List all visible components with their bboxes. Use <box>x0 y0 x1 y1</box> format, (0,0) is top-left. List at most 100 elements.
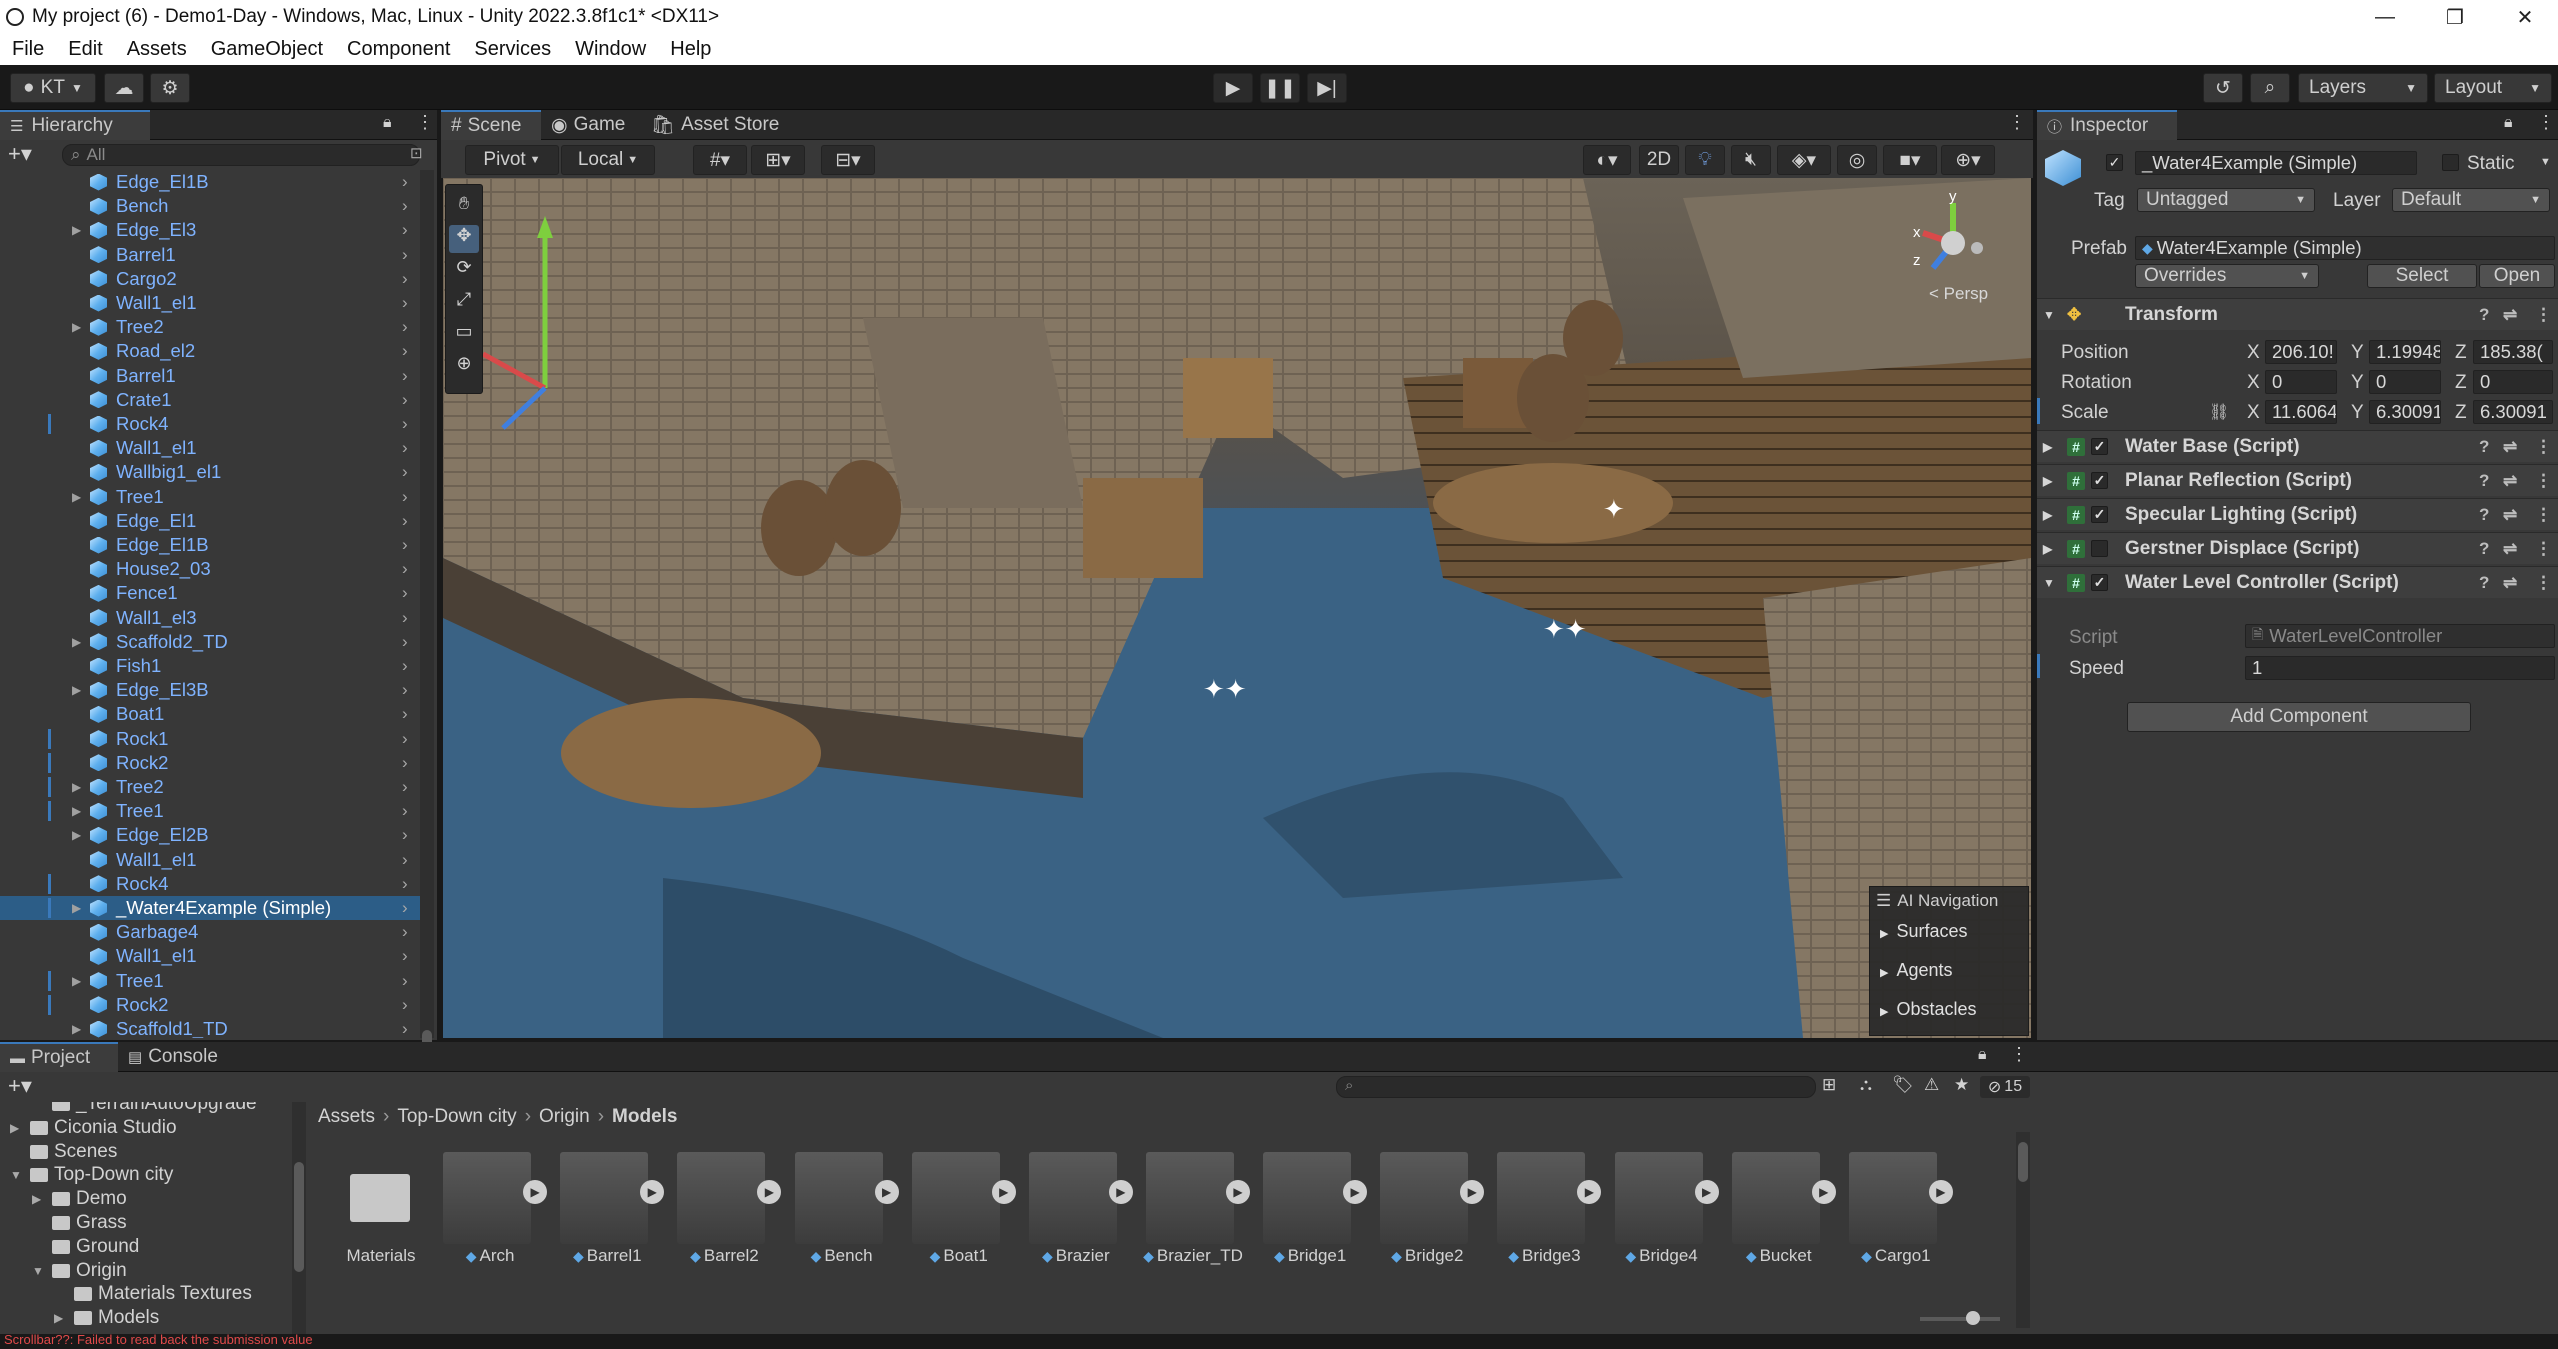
folder-tree-item[interactable]: _TerrainAutoUpgrade <box>52 1102 257 1116</box>
local-dropdown[interactable]: Local ▼ <box>561 145 655 175</box>
tab-console[interactable]: ▤ Console <box>118 1042 238 1072</box>
folder-tree-item[interactable]: ▶ Ciconia Studio <box>10 1116 177 1140</box>
hierarchy-item[interactable]: Wall1_el3 › <box>0 606 420 630</box>
hierarchy-item[interactable]: Rock1 › <box>0 727 420 751</box>
hierarchy-item[interactable]: Wall1_el1 › <box>0 291 420 315</box>
preset-icon[interactable]: ⇌ <box>2503 539 2517 559</box>
help-icon[interactable]: ? <box>2479 305 2489 325</box>
chevron-right-icon[interactable]: › <box>402 487 408 507</box>
more-icon[interactable]: ⋮ <box>416 112 434 133</box>
asset-item[interactable]: ▶ ◆ Barrel1 <box>552 1152 665 1267</box>
hierarchy-item[interactable]: ▶ Edge_El2B › <box>0 823 420 847</box>
chevron-right-icon[interactable]: › <box>402 632 408 652</box>
icon-size-slider[interactable] <box>1920 1311 2000 1325</box>
tab-hierarchy[interactable]: ☰ Hierarchy <box>0 110 150 140</box>
minimize-button[interactable]: — <box>2350 0 2420 34</box>
tab-game[interactable]: ◉ Game <box>541 110 641 140</box>
tree-scrollbar[interactable] <box>292 1102 306 1334</box>
menu-window[interactable]: Window <box>563 38 658 61</box>
chevron-right-icon[interactable]: › <box>402 753 408 773</box>
more-icon[interactable]: ⋮ <box>2010 1044 2028 1065</box>
asset-item[interactable]: ▶ ◆ Brazier_TD <box>1138 1152 1250 1267</box>
rotation-x-field[interactable]: 0 <box>2265 370 2337 394</box>
pivot-dropdown[interactable]: Pivot ▼ <box>465 145 559 175</box>
nav-obstacles[interactable]: ▶ Obstacles <box>1880 999 1977 1020</box>
folder-tree-item[interactable]: Grass <box>52 1211 127 1235</box>
expand-arrow-icon[interactable]: ▶ <box>72 901 81 915</box>
chevron-right-icon[interactable]: › <box>402 438 408 458</box>
breadcrumb-item[interactable]: Origin <box>539 1106 590 1128</box>
account-button[interactable]: ● KT ▼ <box>10 73 96 103</box>
expand-play-icon[interactable]: ▶ <box>640 1180 665 1204</box>
chevron-right-icon[interactable]: › <box>402 680 408 700</box>
script-component-header[interactable]: ▼ # ✓ Water Level Controller (Script)? ⇌ ⋮ <box>2037 566 2558 598</box>
expand-arrow-icon[interactable]: ▶ <box>72 828 81 842</box>
chevron-right-icon[interactable]: › <box>402 511 408 531</box>
hierarchy-item[interactable]: Wall1_el1 › <box>0 848 420 872</box>
object-name-field[interactable]: _Water4Example (Simple) <box>2135 151 2417 175</box>
hierarchy-item[interactable]: Fence1 › <box>0 581 420 605</box>
chevron-right-icon[interactable]: › <box>402 946 408 966</box>
chevron-right-icon[interactable]: › <box>402 801 408 821</box>
hierarchy-item[interactable]: Rock2 › <box>0 751 420 775</box>
maximize-button[interactable]: ❐ <box>2420 0 2490 34</box>
project-search-input[interactable]: ⌕ <box>1336 1076 1816 1098</box>
chevron-right-icon[interactable]: › <box>402 777 408 797</box>
projection-toggle[interactable]: < Persp <box>1929 284 1988 304</box>
tab-inspector[interactable]: ⓘ Inspector <box>2037 110 2177 140</box>
script-component-header[interactable]: ▶ # ✓ Specular Lighting (Script)? ⇌ ⋮ <box>2037 498 2558 530</box>
chevron-right-icon[interactable]: › <box>402 729 408 749</box>
more-icon[interactable]: ⋮ <box>2008 112 2026 133</box>
asset-item[interactable]: ▶ ◆ Bench <box>787 1152 899 1267</box>
favorite-icon[interactable]: ★ <box>1954 1075 1969 1095</box>
hierarchy-item[interactable]: ▶ Edge_El3B › <box>0 678 420 702</box>
lock-icon[interactable]: 🔒︎ <box>2504 114 2513 132</box>
layers-dropdown[interactable]: Layers ▼ <box>2298 73 2428 103</box>
asset-item[interactable]: ▶ ◆ Bridge4 <box>1607 1152 1719 1267</box>
chevron-right-icon[interactable]: › <box>402 656 408 676</box>
help-icon[interactable]: ? <box>2479 539 2489 559</box>
chevron-right-icon[interactable]: › <box>402 559 408 579</box>
hierarchy-item[interactable]: ▶ _Water4Example (Simple) › <box>0 896 420 920</box>
chevron-right-icon[interactable]: › <box>402 583 408 603</box>
tab-scene[interactable]: # Scene <box>441 110 541 140</box>
expand-play-icon[interactable]: ▶ <box>1928 1180 1953 1204</box>
expand-play-icon[interactable]: ▶ <box>523 1180 548 1204</box>
tab-asset-store[interactable]: 🛍︎ Asset Store <box>641 110 791 140</box>
nav-agents[interactable]: ▶ Agents <box>1880 960 1953 981</box>
expand-play-icon[interactable]: ▶ <box>874 1180 899 1204</box>
hierarchy-item[interactable]: Fish1 › <box>0 654 420 678</box>
add-icon[interactable]: +▾ <box>8 141 32 167</box>
chevron-right-icon[interactable]: › <box>402 269 408 289</box>
help-icon[interactable]: ? <box>2479 505 2489 525</box>
hierarchy-item[interactable]: Barrel1 › <box>0 243 420 267</box>
hierarchy-item[interactable]: ▶ Scaffold1_TD › <box>0 1017 420 1038</box>
hierarchy-item[interactable]: Edge_El1 › <box>0 509 420 533</box>
folder-tree-item[interactable]: ▶ Demo <box>32 1187 127 1211</box>
hierarchy-item[interactable]: Bench › <box>0 194 420 218</box>
breadcrumb-item[interactable]: Assets <box>318 1106 375 1128</box>
asset-item[interactable]: ▶ ◆ Brazier <box>1021 1152 1133 1267</box>
slider-thumb[interactable] <box>1966 1311 1980 1325</box>
nav-surfaces[interactable]: ▶ Surfaces <box>1880 921 1968 942</box>
pause-button[interactable]: ❚❚ <box>1260 73 1300 103</box>
transform-component-header[interactable]: ▼ ✥ Transform ? ⇌ ⋮ <box>2037 298 2558 330</box>
chevron-right-icon[interactable]: › <box>402 1019 408 1038</box>
toggle-2d-button[interactable]: 2D <box>1639 145 1679 175</box>
label-icon[interactable]: 🏷︎ <box>1892 1075 1914 1095</box>
collab-button[interactable]: ⚙ <box>150 73 190 103</box>
component-enabled-checkbox[interactable]: ✓ <box>2091 472 2108 489</box>
preset-icon[interactable]: ⇌ <box>2503 437 2517 457</box>
rotation-y-field[interactable]: 0 <box>2369 370 2441 394</box>
hierarchy-item[interactable]: ▶ Tree2 › <box>0 315 420 339</box>
asset-item[interactable]: ▶ ◆ Boat1 <box>904 1152 1016 1267</box>
preset-icon[interactable]: ⇌ <box>2503 471 2517 491</box>
asset-item[interactable]: ▶ ◆ Bridge1 <box>1255 1152 1368 1267</box>
move-tool-icon[interactable]: ✥ <box>449 225 479 253</box>
folder-tree-item[interactable]: ▶ Models <box>54 1306 159 1330</box>
warning-icon[interactable]: ⚠︎ <box>1924 1075 1939 1095</box>
scale-y-field[interactable]: 6.30091 <box>2369 400 2441 424</box>
expand-arrow-icon[interactable]: ▼ <box>32 1264 44 1278</box>
expand-play-icon[interactable]: ▶ <box>1811 1180 1836 1204</box>
tab-project[interactable]: ▬ Project <box>0 1042 118 1072</box>
